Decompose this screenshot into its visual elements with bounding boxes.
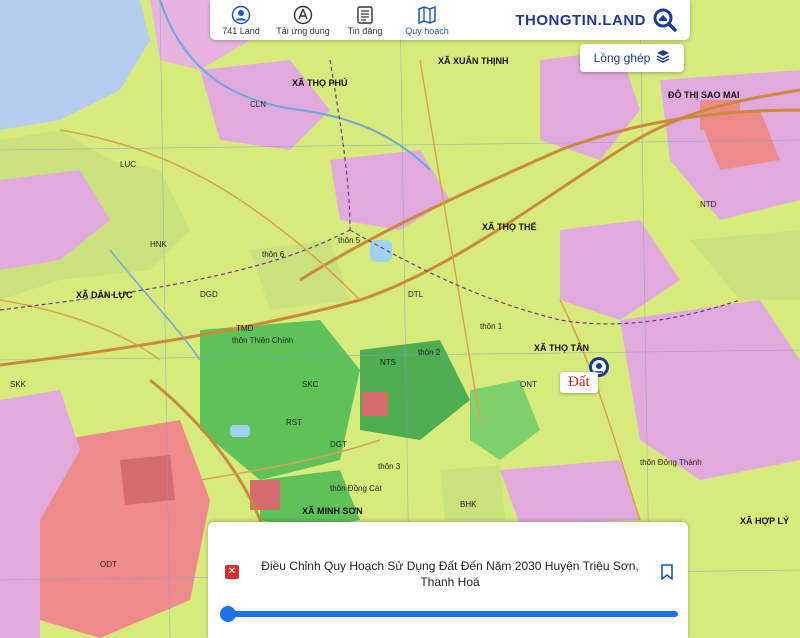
hamlet-label: thôn Thiện Chính [232, 336, 294, 345]
nav-item-label: 741 Land [222, 25, 260, 36]
land-code-label: SKK [10, 380, 27, 389]
top-navigation-bar: 741 Land Tải ứng dụng Tin đăng Quy hoạch… [210, 0, 690, 40]
news-icon [355, 5, 375, 25]
land-code-label: DGT [330, 440, 347, 449]
hamlet-label: thôn 5 [338, 236, 361, 245]
nav-item-download-app[interactable]: Tải ứng dụng [272, 0, 334, 40]
planning-info-panel: ✕ Điều Chỉnh Quy Hoạch Sử Dụng Đất Đến N… [208, 522, 688, 638]
planning-map-icon [417, 5, 437, 25]
hamlet-label: thôn Đông Thành [640, 458, 702, 467]
layer-overlay-label: Lồng ghép [593, 51, 651, 65]
land-code-label: DGD [200, 290, 218, 299]
brand-logo[interactable]: THONGTIN.LAND [515, 7, 690, 33]
commune-label: XÃ XUÂN THỊNH [438, 56, 509, 66]
commune-label: XÃ MINH SƠN [302, 506, 363, 516]
nav-item-label: Tải ứng dụng [276, 25, 330, 36]
layer-overlay-button[interactable]: Lồng ghép [580, 44, 684, 72]
hamlet-label: thôn 1 [480, 322, 503, 331]
bookmark-icon[interactable] [660, 564, 674, 581]
planning-title: Điều Chỉnh Quy Hoạch Sử Dụng Đất Đến Năm… [261, 559, 639, 589]
commune-label: XÃ THỌ THẾ [482, 222, 537, 232]
land-code-label: HNK [150, 240, 167, 249]
land-code-label: ODT [100, 560, 117, 569]
layers-icon [656, 49, 670, 68]
land-code-label: DTL [408, 290, 424, 299]
nav-item-741-land[interactable]: 741 Land [210, 0, 272, 40]
user-icon [231, 5, 251, 25]
land-code-label: BHK [460, 500, 477, 509]
brand-name: THONGTIN.LAND [515, 11, 646, 29]
nav-item-label: Quy hoạch [405, 25, 449, 36]
opacity-slider[interactable] [220, 606, 678, 622]
land-code-label: ONT [520, 380, 537, 389]
commune-label: ĐÔ THỊ SAO MAI [668, 90, 740, 100]
land-code-label: TMD [236, 324, 254, 333]
hamlet-label: thôn 3 [378, 462, 401, 471]
search-logo-icon [652, 7, 678, 33]
nav-item-listings[interactable]: Tin đăng [334, 0, 396, 40]
land-code-label: LUC [120, 160, 137, 169]
commune-label: XÃ DÂN LỰC [76, 290, 133, 300]
close-icon[interactable]: ✕ [225, 565, 239, 579]
land-code-label: NTS [380, 358, 396, 367]
slider-knob[interactable] [220, 606, 236, 622]
nav-item-label: Tin đăng [347, 25, 383, 36]
slider-track [220, 611, 678, 617]
commune-label: XÃ THỌ PHÚ [292, 78, 348, 88]
marker-label[interactable]: Đất [560, 372, 598, 393]
hamlet-label: thôn Đồng Cát [330, 484, 382, 493]
hamlet-label: thôn 2 [418, 348, 441, 357]
commune-label: XÃ THỌ TÂN [534, 343, 589, 353]
land-code-label: NTD [700, 200, 717, 209]
land-code-label: RST [286, 418, 302, 427]
commune-label: XÃ HỢP LÝ [740, 516, 790, 526]
land-code-label: SKC [302, 380, 319, 389]
app-download-icon [293, 5, 313, 25]
hamlet-label: thôn 6 [262, 250, 285, 259]
nav-item-planning[interactable]: Quy hoạch [396, 0, 458, 40]
land-code-label: CLN [250, 100, 267, 109]
